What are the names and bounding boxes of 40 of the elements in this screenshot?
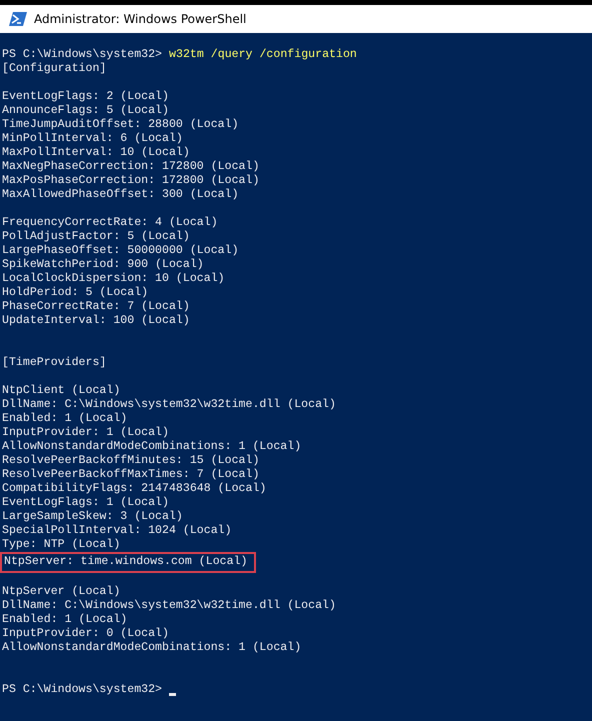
output-line: HoldPeriod: 5 (Local): [2, 286, 148, 300]
output-line: CompatibilityFlags: 2147483648 (Local): [2, 482, 266, 496]
window-title: Administrator: Windows PowerShell: [34, 12, 246, 26]
output-line: SpecialPollInterval: 1024 (Local): [2, 524, 232, 538]
output-line: [TimeProviders]: [2, 356, 106, 370]
prompt-text: PS C:\Windows\system32>: [2, 48, 162, 62]
output-line: ResolvePeerBackoffMinutes: 15 (Local): [2, 454, 260, 468]
output-line: AllowNonstandardModeCombinations: 1 (Local): [2, 641, 302, 655]
output-line: Enabled: 1 (Local): [2, 613, 128, 627]
output-line: MaxPosPhaseCorrection: 172800 (Local): [2, 174, 260, 188]
output-line: LargePhaseOffset: 50000000 (Local): [2, 244, 239, 258]
command-text: w32tm /query /configuration: [169, 48, 357, 62]
output-line: SpikeWatchPeriod: 900 (Local): [2, 258, 204, 272]
output-line: NtpClient (Local): [2, 384, 120, 398]
output-line: FrequencyCorrectRate: 4 (Local): [2, 216, 218, 230]
output-line: UpdateInterval: 100 (Local): [2, 314, 190, 328]
output-line: NtpServer (Local): [2, 585, 120, 599]
output-line: [Configuration]: [2, 62, 106, 76]
output-line: MaxNegPhaseCorrection: 172800 (Local): [2, 160, 260, 174]
prompt-text: PS C:\Windows\system32>: [2, 683, 162, 697]
output-line: PhaseCorrectRate: 7 (Local): [2, 300, 190, 314]
output-line: DllName: C:\Windows\system32\w32time.dll (Local): [2, 398, 336, 412]
output-line: InputProvider: 0 (Local): [2, 627, 169, 641]
output-line: LargeSampleSkew: 3 (Local): [2, 510, 183, 524]
output-line: MinPollInterval: 6 (Local): [2, 132, 183, 146]
output-line: Type: NTP (Local): [2, 538, 120, 552]
output-line: ResolvePeerBackoffMaxTimes: 7 (Local): [2, 468, 260, 482]
output-line: InputProvider: 1 (Local): [2, 426, 169, 440]
output-line: AllowNonstandardModeCombinations: 1 (Local): [2, 440, 302, 454]
output-line: PollAdjustFactor: 5 (Local): [2, 230, 190, 244]
output-line: MaxPollInterval: 10 (Local): [2, 146, 190, 160]
output-line: DllName: C:\Windows\system32\w32time.dll (Local): [2, 599, 336, 613]
output-line: EventLogFlags: 1 (Local): [2, 496, 169, 510]
output-line: MaxAllowedPhaseOffset: 300 (Local): [2, 188, 239, 202]
output-line: Enabled: 1 (Local): [2, 412, 128, 426]
powershell-icon: [9, 12, 27, 26]
output-line: TimeJumpAuditOffset: 28800 (Local): [2, 118, 239, 132]
output-line: EventLogFlags: 2 (Local): [2, 90, 169, 104]
output-line: LocalClockDispersion: 10 (Local): [2, 272, 225, 286]
output-line: AnnounceFlags: 5 (Local): [2, 104, 169, 118]
